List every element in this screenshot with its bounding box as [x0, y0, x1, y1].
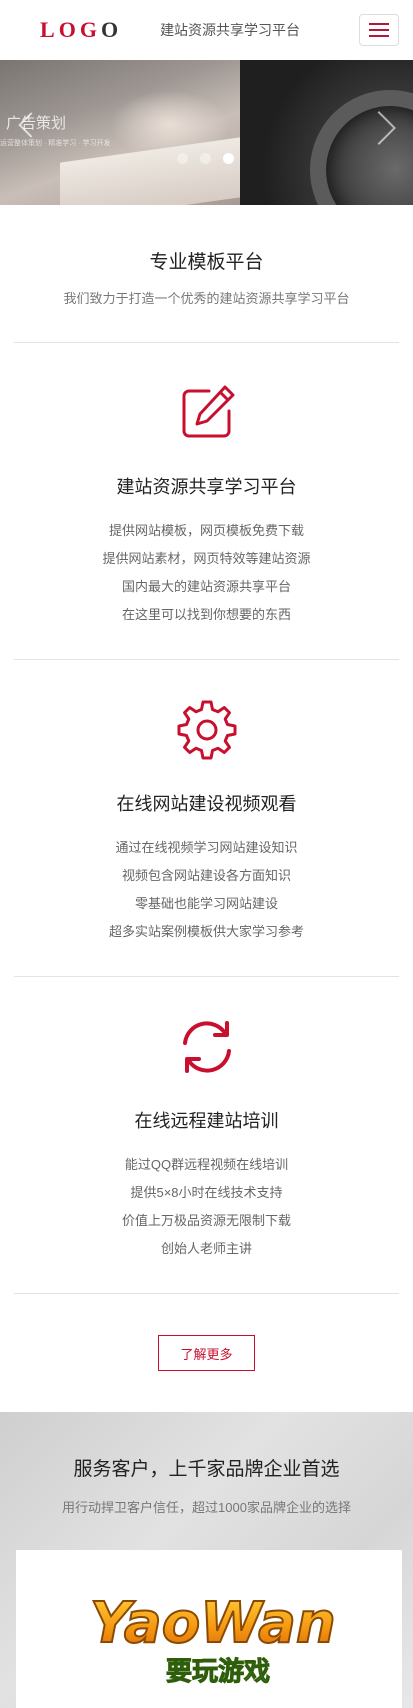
clients-title: 服务客户，上千家品牌企业首选 — [73, 1459, 340, 1480]
banner-carousel[interactable]: 广告策划 运营整体策划 · 精准学习 · 学习开发 — [0, 60, 413, 205]
menu-bar — [369, 23, 389, 25]
feature-remote-training: 在线远程建站培训 能过QQ群远程视频在线培训 提供5×8小时在线技术支持 价值上… — [0, 977, 413, 1293]
feature-title: 在线远程建站培训 — [134, 1111, 279, 1131]
gear-icon — [177, 700, 236, 760]
clients-subtitle: 用行动捍卫客户信任，超过1000家品牌企业的选择 — [62, 1500, 351, 1515]
site-title: 建站资源共享学习平台 — [160, 22, 301, 38]
header: L O G O 建站资源共享学习平台 — [0, 0, 413, 60]
feature-line: 价值上万极品资源无限制下载 — [121, 1213, 291, 1228]
feature-line: 创始人老师主讲 — [160, 1241, 252, 1256]
feature-title: 建站资源共享学习平台 — [116, 477, 297, 497]
more-section: 了解更多 — [0, 1294, 413, 1412]
intro-section: 专业模板平台 我们致力于打造一个优秀的建站资源共享学习平台 — [0, 205, 413, 342]
feature-line: 提供网站模板，网页模板免费下载 — [108, 523, 304, 538]
banner-pagination — [177, 153, 234, 164]
logo-letter-g: G — [79, 17, 101, 42]
logo-subword: 要玩游戏 — [166, 1657, 270, 1687]
learn-more-button[interactable]: 了解更多 — [158, 1335, 255, 1371]
feature-line: 能过QQ群远程视频在线培训 — [124, 1157, 289, 1172]
feature-line: 通过在线视频学习网站建设知识 — [115, 840, 298, 855]
banner-dot-1[interactable] — [177, 153, 188, 164]
refresh-icon — [182, 1021, 231, 1073]
feature-line: 超多实站案例模板供大家学习参考 — [108, 924, 304, 939]
feature-description-list: 能过QQ群远程视频在线培训 提供5×8小时在线技术支持 价值上万极品资源无限制下… — [0, 1151, 413, 1263]
feature-line: 国内最大的建站资源共享平台 — [121, 579, 291, 594]
feature-line: 在这里可以找到你想要的东西 — [121, 607, 291, 622]
logo-word: YaoWan — [90, 1591, 336, 1656]
clients-section: 服务客户，上千家品牌企业首选 用行动捍卫客户信任，超过1000家品牌企业的选择 … — [0, 1412, 413, 1708]
logo-letter-o2: O — [100, 17, 123, 42]
feature-title: 在线网站建设视频观看 — [116, 794, 297, 814]
intro-subtitle: 我们致力于打造一个优秀的建站资源共享学习平台 — [63, 291, 350, 306]
logo-letter-o: O — [58, 17, 80, 42]
menu-bar — [369, 29, 389, 31]
feature-description-list: 通过在线视频学习网站建设知识 视频包含网站建设各方面知识 零基础也能学习网站建设… — [0, 834, 413, 946]
intro-title: 专业模板平台 — [149, 252, 264, 273]
feature-description-list: 提供网站模板，网页模板免费下载 提供网站素材，网页特效等建站资源 国内最大的建站… — [0, 517, 413, 629]
hamburger-menu-icon[interactable] — [359, 14, 399, 46]
menu-bar — [369, 35, 389, 37]
yaowan-logo: YaoWan 要玩游戏 — [89, 1590, 336, 1688]
logo-letter-l: L — [40, 17, 59, 42]
feature-line: 视频包含网站建设各方面知识 — [121, 868, 291, 883]
banner-dot-3[interactable] — [223, 153, 234, 164]
client-logo-card[interactable]: YaoWan 要玩游戏 — [16, 1550, 402, 1708]
feature-line: 提供5×8小时在线技术支持 — [130, 1185, 283, 1200]
feature-line: 零基础也能学习网站建设 — [134, 896, 278, 911]
logo[interactable]: L O G O — [40, 17, 122, 43]
feature-line: 提供网站素材，网页特效等建站资源 — [102, 551, 311, 566]
banner-subcaption: 运营整体策划 · 精准学习 · 学习开发 — [0, 140, 111, 147]
banner-dot-2[interactable] — [200, 153, 211, 164]
banner-image-ring — [310, 90, 413, 205]
feature-video-learning: 在线网站建设视频观看 通过在线视频学习网站建设知识 视频包含网站建设各方面知识 … — [0, 660, 413, 976]
feature-resource-sharing: 建站资源共享学习平台 提供网站模板，网页模板免费下载 提供网站素材，网页特效等建… — [0, 343, 413, 659]
pencil-edit-icon — [182, 385, 234, 438]
